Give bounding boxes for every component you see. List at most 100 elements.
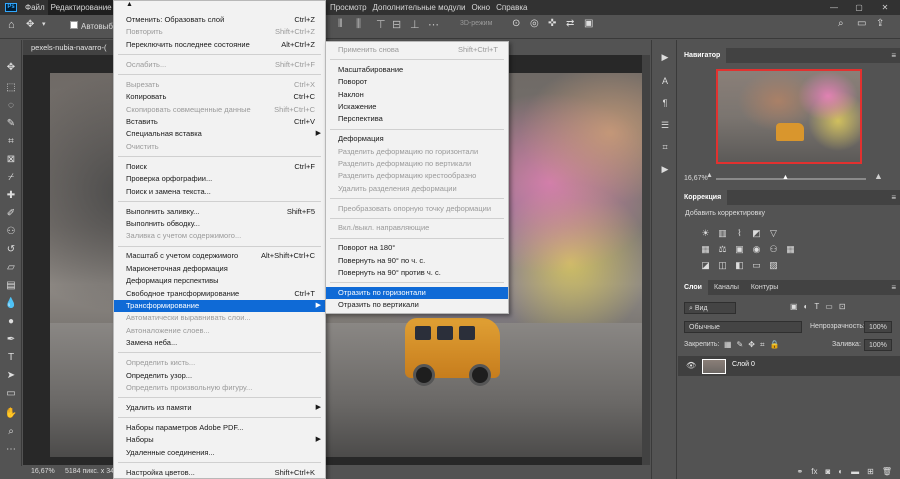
menu-item[interactable]: Отразить по горизонтали xyxy=(326,286,508,299)
menu-item[interactable]: Скопировать совмещенные данные Shift+Ctrl… xyxy=(114,104,325,116)
marquee-tool-icon[interactable]: ⬚ xyxy=(4,80,18,94)
menu-item[interactable]: Вставить Ctrl+V xyxy=(114,116,325,128)
auto-select-checkbox[interactable] xyxy=(70,21,78,29)
menu-window[interactable]: Окно xyxy=(469,0,494,15)
menu-item[interactable]: Удалить разделения деформации xyxy=(326,183,508,195)
align-middle-icon[interactable]: ⊟ xyxy=(392,18,401,31)
menu-item[interactable]: Проверка орфографии... xyxy=(114,173,325,185)
zoom-in-icon[interactable]: ▲ xyxy=(874,171,883,181)
eye-icon[interactable]: 👁 xyxy=(686,361,696,370)
home-icon[interactable]: ⌂ xyxy=(8,19,15,31)
menu-item[interactable]: Поиск и замена текста... xyxy=(114,186,325,198)
hand-tool-icon[interactable]: ✋ xyxy=(4,406,18,420)
tab-channels[interactable]: Каналы xyxy=(708,280,745,295)
actions-icon[interactable]: ▶ xyxy=(659,164,671,176)
menu-item[interactable]: Определить кисть... xyxy=(114,357,325,369)
posterize-icon[interactable]: ◫ xyxy=(717,260,728,271)
menu-item[interactable]: Разделить деформацию по вертикали xyxy=(326,158,508,170)
menu-edit[interactable]: Редактирование xyxy=(47,0,115,15)
menu-item[interactable]: Перспектива xyxy=(326,113,508,125)
menu-item[interactable]: Очистить xyxy=(114,141,325,153)
menu-item[interactable]: Повернуть на 90° против ч. с. xyxy=(326,267,508,279)
close-button[interactable]: ✕ xyxy=(876,0,894,15)
path-select-tool-icon[interactable]: ➤ xyxy=(4,368,18,382)
photo-filter-icon[interactable]: ◉ xyxy=(751,244,762,255)
color-balance-icon[interactable]: ⚖ xyxy=(717,244,728,255)
menu-plugins[interactable]: Дополнительные модули xyxy=(370,0,469,15)
menu-item[interactable]: Выполнить обводку... xyxy=(114,218,325,230)
menu-help[interactable]: Справка xyxy=(493,0,530,15)
zoom-level[interactable]: 16,67% xyxy=(31,465,55,479)
menu-item[interactable]: Применить снова Shift+Ctrl+T xyxy=(326,44,508,56)
brushes-icon[interactable]: ⌗ xyxy=(659,142,671,154)
exposure-icon[interactable]: ◩ xyxy=(751,228,762,239)
menu-item[interactable]: Искажение xyxy=(326,101,508,113)
menu-item[interactable]: Деформация xyxy=(326,133,508,145)
menu-item[interactable]: Удаленные соединения... xyxy=(114,447,325,459)
search-icon[interactable]: ⌕ xyxy=(838,18,844,29)
share-icon[interactable]: ⇪ xyxy=(876,18,884,29)
healing-brush-tool-icon[interactable]: ✚ xyxy=(4,188,18,202)
fx-icon[interactable]: fx xyxy=(811,465,817,479)
panel-menu-icon[interactable]: ≡ xyxy=(891,51,900,60)
stamp-tool-icon[interactable]: ⚇ xyxy=(4,224,18,238)
menu-item[interactable]: Определить произвольную фигуру... xyxy=(114,382,325,394)
new-layer-icon[interactable]: ⊞ xyxy=(867,465,874,479)
tab-layers[interactable]: Слои xyxy=(678,280,708,295)
selective-color-icon[interactable]: ▨ xyxy=(768,260,779,271)
menu-item[interactable]: Наклон xyxy=(326,89,508,101)
navigator-zoom-slider[interactable] xyxy=(716,178,866,180)
menu-item[interactable]: Масштабирование xyxy=(326,64,508,76)
menu-item[interactable]: Свободное трансформирование Ctrl+T xyxy=(114,288,325,300)
distribute-icon[interactable]: ⋯ xyxy=(428,18,439,31)
invert-icon[interactable]: ◪ xyxy=(700,260,711,271)
type-tool-icon[interactable]: T xyxy=(4,350,18,364)
history-brush-tool-icon[interactable]: ↺ xyxy=(4,242,18,256)
menu-item[interactable]: Преобразовать опорную точку деформации xyxy=(326,203,508,215)
menu-item[interactable]: Удалить из памяти ▶ xyxy=(114,402,325,414)
menu-item[interactable]: Наборы параметров Adobe PDF... xyxy=(114,422,325,434)
threshold-icon[interactable]: ◧ xyxy=(734,260,745,271)
menu-item[interactable]: Поиск Ctrl+F xyxy=(114,161,325,173)
history-icon[interactable]: ▶ xyxy=(659,52,671,64)
menu-item[interactable]: Разделить деформацию по горизонтали xyxy=(326,146,508,158)
brightness-contrast-icon[interactable]: ☀ xyxy=(700,228,711,239)
menu-item[interactable]: Переключить последнее состояние Alt+Ctrl+… xyxy=(114,39,325,51)
camera-icon[interactable]: ▣ xyxy=(584,18,593,29)
gradient-tool-icon[interactable]: ▤ xyxy=(4,278,18,292)
menu-item[interactable]: Поворот xyxy=(326,76,508,88)
zoom-tool-icon[interactable]: ⌕ xyxy=(4,424,18,438)
panel-menu-icon[interactable]: ≡ xyxy=(891,193,900,202)
align-top-icon[interactable]: ⊤ xyxy=(376,18,386,31)
properties-icon[interactable]: ☰ xyxy=(659,120,671,132)
hue-saturation-icon[interactable]: ▦ xyxy=(700,244,711,255)
menu-item[interactable]: Деформация перспективы xyxy=(114,275,325,287)
menu-item[interactable]: Наборы ▶ xyxy=(114,434,325,446)
maximize-button[interactable]: ▢ xyxy=(850,0,868,15)
frame-tool-icon[interactable]: ⊠ xyxy=(4,152,18,166)
navigator-thumbnail[interactable] xyxy=(716,69,862,164)
paragraph-icon[interactable]: ¶ xyxy=(659,98,671,110)
menu-item[interactable]: Заливка с учетом содержимого... xyxy=(114,230,325,242)
rectangle-tool-icon[interactable]: ▭ xyxy=(4,386,18,400)
menu-item[interactable]: Трансформирование ▶ xyxy=(114,300,325,312)
panel-menu-icon[interactable]: ≡ xyxy=(891,283,900,292)
layer-filter-dropdown[interactable]: ⌕ Вид xyxy=(684,302,736,314)
curves-icon[interactable]: ⌇ xyxy=(734,228,745,239)
menu-item[interactable]: Отменить: Образовать слой Ctrl+Z xyxy=(114,14,325,26)
menu-item[interactable]: Масштаб с учетом содержимого Alt+Shift+Ct… xyxy=(114,250,325,262)
gradient-map-icon[interactable]: ▭ xyxy=(751,260,762,271)
slide-icon[interactable]: ⇄ xyxy=(566,18,574,29)
workspace-icon[interactable]: ▭ xyxy=(857,18,866,29)
menu-item[interactable]: Определить узор... xyxy=(114,370,325,382)
minimize-button[interactable]: — xyxy=(825,0,843,15)
move-tool-icon[interactable]: ✥ xyxy=(4,60,18,74)
menu-item[interactable]: Выполнить заливку... Shift+F5 xyxy=(114,206,325,218)
tab-adjustments[interactable]: Коррекция xyxy=(678,190,728,205)
opacity-field[interactable]: 100% xyxy=(864,321,892,333)
menu-item[interactable]: Ослабить... Shift+Ctrl+F xyxy=(114,59,325,71)
align-center-icon[interactable]: ⫼ xyxy=(356,18,361,31)
menu-item[interactable]: Повторить Shift+Ctrl+Z xyxy=(114,26,325,38)
move-tool-icon[interactable]: ✥ xyxy=(26,19,34,30)
align-bottom-icon[interactable]: ⊥ xyxy=(410,18,420,31)
